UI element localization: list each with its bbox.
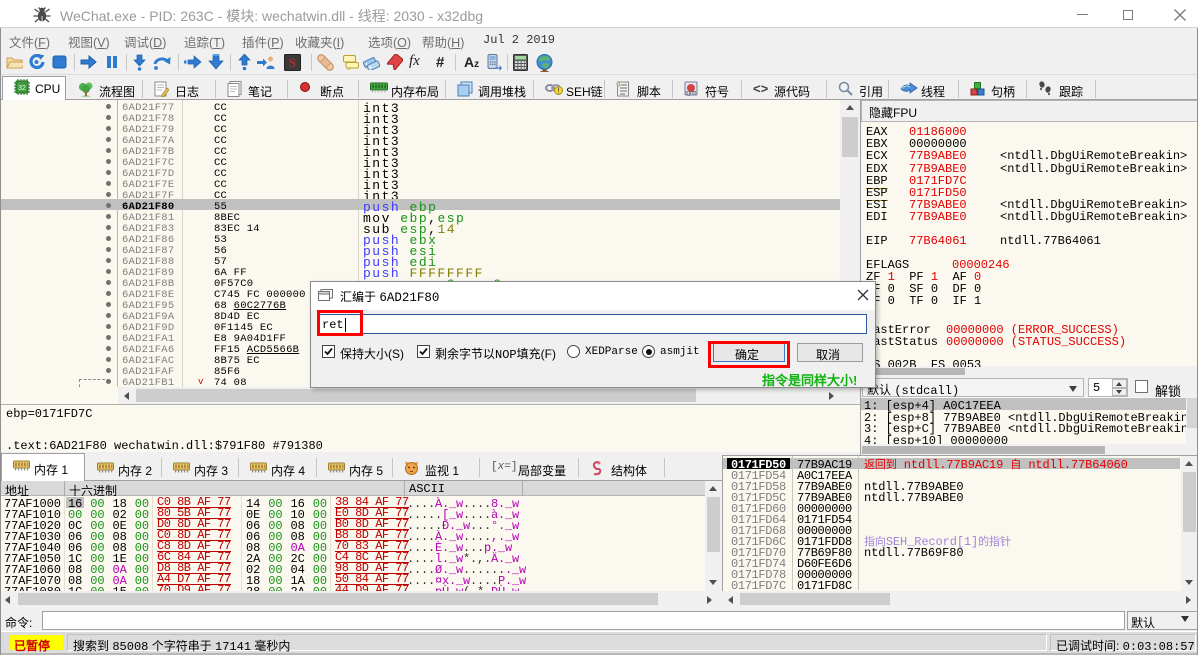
svg-text:S: S — [289, 55, 296, 70]
svg-text:!: ! — [557, 87, 559, 96]
svg-text:sym: sym — [686, 91, 697, 97]
svg-text:32: 32 — [18, 85, 26, 92]
